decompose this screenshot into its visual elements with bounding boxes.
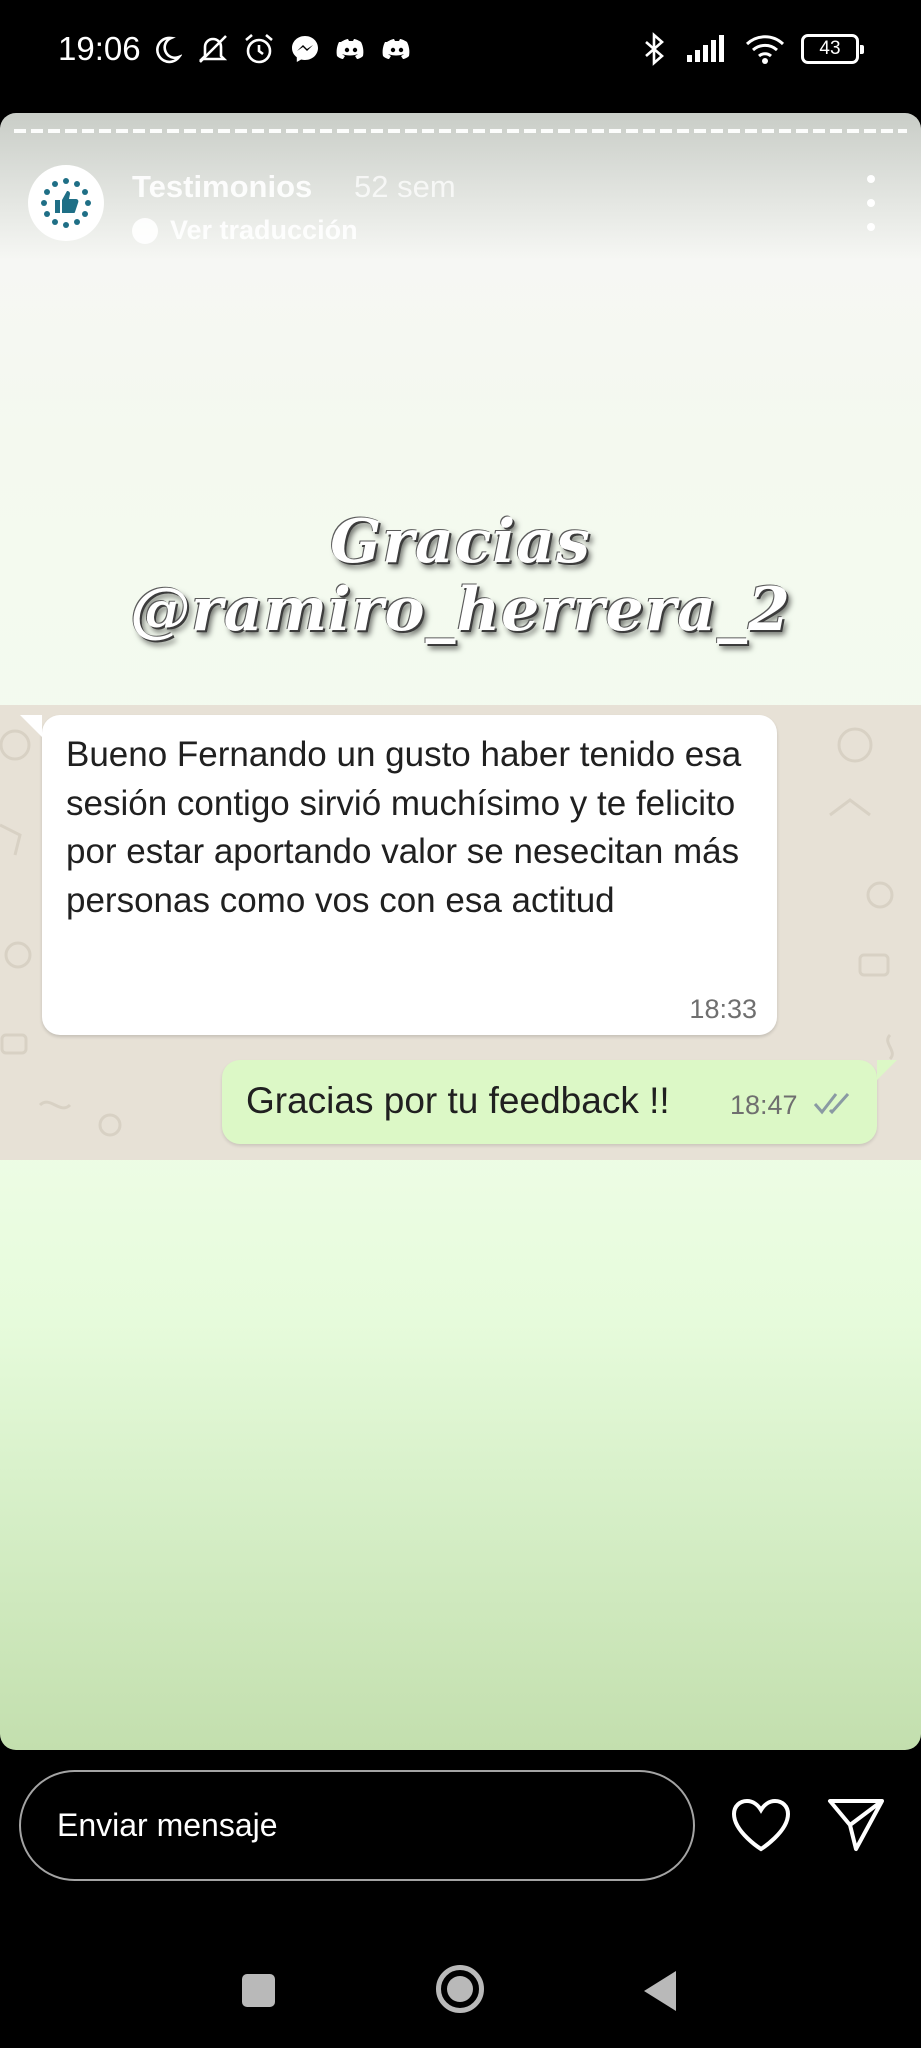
chat-screenshot: Bueno Fernando un gusto haber tenido esa…: [0, 705, 921, 1160]
see-translation-button[interactable]: Ver traducción: [132, 215, 358, 246]
bell-off-icon: [196, 32, 230, 66]
see-translation-label: Ver traducción: [170, 215, 358, 245]
incoming-message-text: Bueno Fernando un gusto haber tenido esa…: [66, 735, 742, 920]
wifi-icon: [743, 32, 787, 66]
story-header: Testimonios 52 sem Ver traducción: [0, 153, 921, 253]
status-time: 19:06: [58, 30, 141, 67]
more-options-icon[interactable]: [861, 175, 881, 231]
reply-bar: Enviar mensaje: [0, 1750, 921, 1905]
notification-icons: [150, 32, 414, 66]
read-ticks-icon: [813, 1093, 850, 1115]
messenger-icon: [288, 32, 322, 66]
home-icon[interactable]: [436, 1965, 484, 2013]
alarm-icon: [242, 32, 276, 66]
navigation-bar: [0, 1905, 921, 2048]
discord-icon: [334, 32, 368, 66]
system-icons: 43: [637, 32, 864, 66]
overlay-line-1: Gracias: [330, 507, 591, 577]
outgoing-message: Gracias por tu feedback !! 18:47: [222, 1060, 897, 1144]
story-viewer[interactable]: Testimonios 52 sem Ver traducción Gracia…: [0, 113, 921, 1750]
discord-icon: [380, 32, 414, 66]
translate-icon: [132, 217, 158, 244]
battery-icon: 43: [801, 34, 864, 64]
story-time-ago: 52 sem: [354, 169, 456, 204]
incoming-message-time: 18:33: [689, 994, 757, 1024]
back-icon[interactable]: [644, 1971, 676, 2011]
story-progress-bar: [14, 129, 907, 133]
status-bar: 19:06 43: [0, 0, 921, 100]
avatar[interactable]: [28, 165, 104, 241]
recents-icon[interactable]: [242, 1974, 275, 2007]
incoming-message: Bueno Fernando un gusto haber tenido esa…: [20, 715, 777, 1035]
account-name[interactable]: Testimonios: [132, 169, 312, 205]
send-message-input[interactable]: Enviar mensaje: [19, 1770, 695, 1881]
thumbs-up-icon: [41, 178, 91, 228]
overlay-mention[interactable]: @ramiro_herrera_2: [0, 576, 921, 644]
outgoing-message-text: Gracias por tu feedback !!: [246, 1080, 670, 1121]
story-overlay-text: Gracias @ramiro_herrera_2: [0, 508, 921, 644]
bluetooth-icon: [637, 32, 671, 66]
outgoing-message-time: 18:47: [730, 1090, 798, 1120]
signal-icon: [685, 32, 729, 66]
moon-icon: [150, 32, 184, 66]
send-icon[interactable]: [826, 1795, 886, 1855]
heart-icon[interactable]: [730, 1797, 792, 1853]
